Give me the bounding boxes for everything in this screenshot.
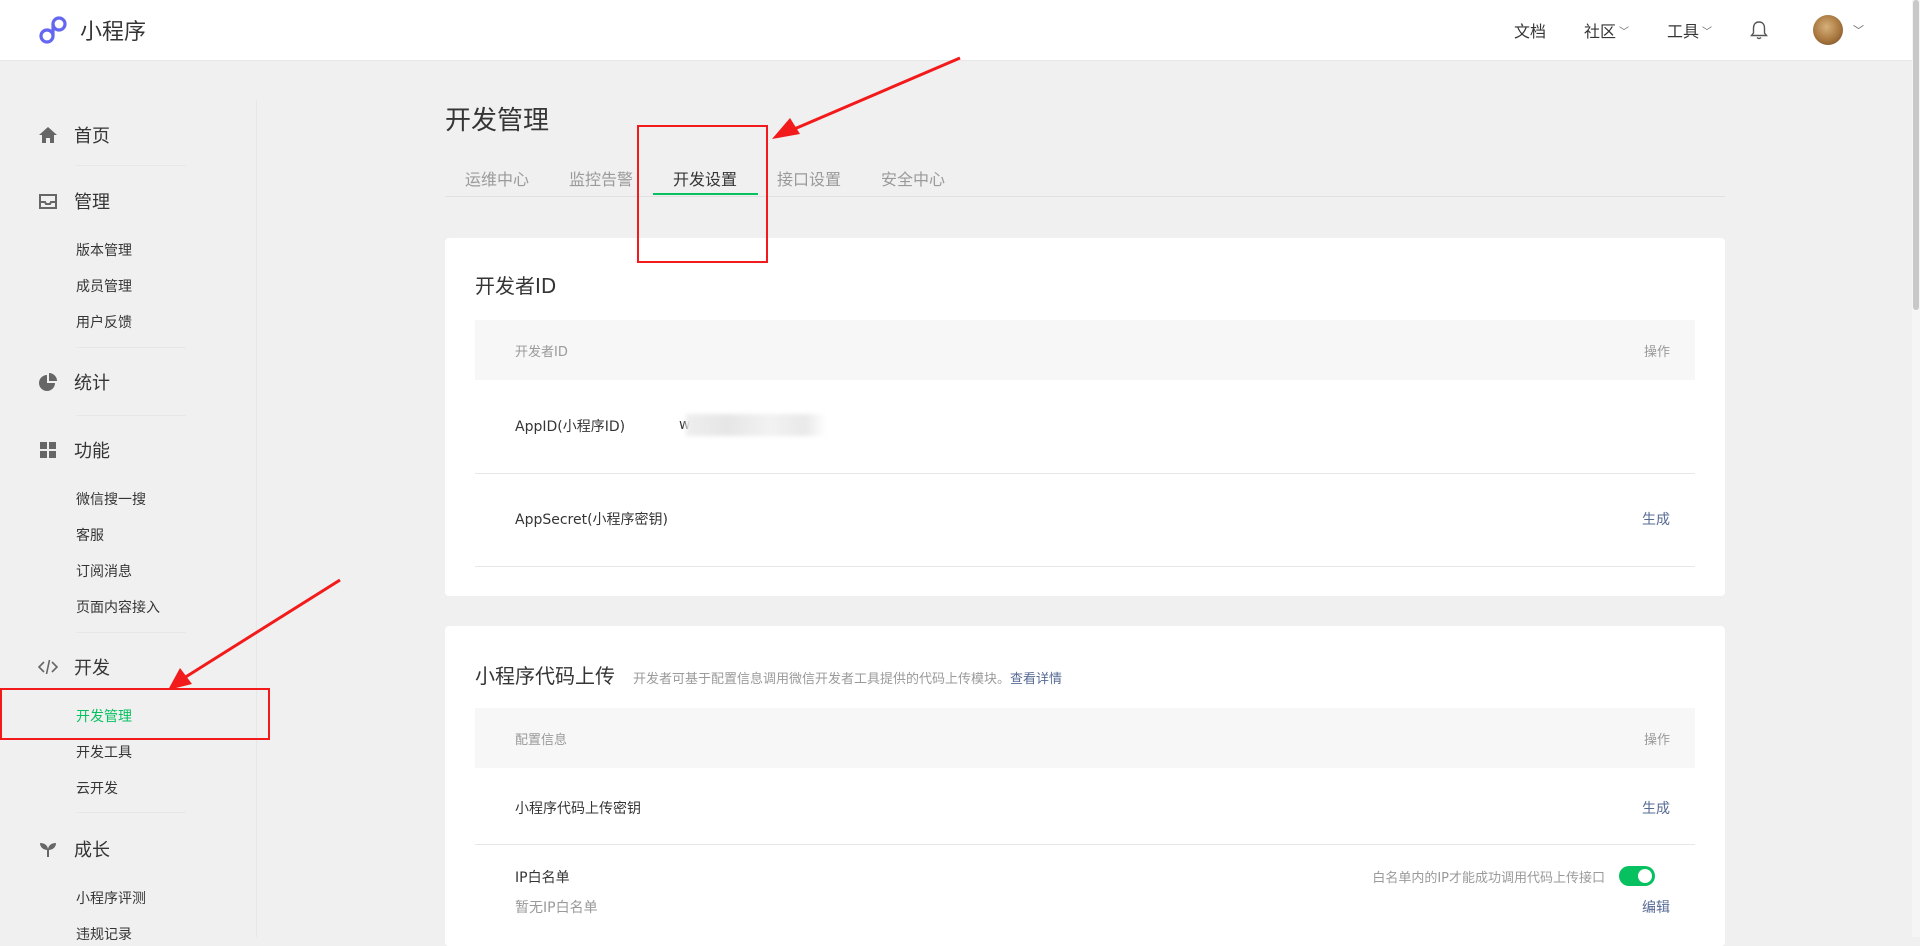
sidebar-item-label: 首页	[74, 126, 110, 147]
scrollbar-thumb[interactable]	[1913, 0, 1919, 310]
sidebar-item-features[interactable]: 功能	[38, 437, 110, 463]
app-logo[interactable]: 小程序	[38, 14, 146, 46]
sidebar-item-dev[interactable]: 开发	[38, 654, 110, 680]
table-row: IP白名单 白名单内的IP才能成功调用代码上传接口 暂无IP白名单 编辑	[475, 845, 1695, 938]
redacted-blur	[686, 414, 827, 436]
card-title: 小程序代码上传 开发者可基于配置信息调用微信开发者工具提供的代码上传模块。查看详情	[475, 660, 1062, 689]
sidebar-item-page-content[interactable]: 页面内容接入	[76, 597, 160, 617]
edit-ip-whitelist-button[interactable]: 编辑	[1642, 897, 1670, 917]
ip-whitelist-hint: 白名单内的IP才能成功调用代码上传接口	[1372, 871, 1605, 886]
miniprogram-logo-icon	[39, 16, 67, 44]
sidebar-item-subscription[interactable]: 订阅消息	[76, 561, 132, 581]
home-icon	[39, 127, 57, 143]
ip-whitelist-toggle[interactable]	[1619, 866, 1655, 886]
sidebar-item-violations[interactable]: 违规记录	[76, 924, 132, 944]
nav-tools-label: 工具	[1666, 22, 1699, 41]
sidebar-item-search[interactable]: 微信搜一搜	[76, 489, 146, 509]
card-description-text: 开发者可基于配置信息调用微信开发者工具提供的代码上传模块。	[633, 672, 1011, 687]
bell-icon[interactable]	[1750, 20, 1768, 40]
annotation-arrow-head	[772, 118, 800, 139]
column-header: 操作	[1643, 345, 1670, 360]
card-description: 开发者可基于配置信息调用微信开发者工具提供的代码上传模块。查看详情	[633, 672, 1062, 687]
tab-monitoring[interactable]: 监控告警	[569, 166, 633, 190]
chevron-down-icon: ﹀	[1618, 26, 1629, 38]
tab-ops-center[interactable]: 运维中心	[465, 166, 529, 190]
column-header: 开发者ID	[515, 345, 568, 360]
table-row: 小程序代码上传密钥 生成	[475, 768, 1695, 845]
sidebar-item-label: 成长	[74, 840, 110, 861]
appid-label: AppID(小程序ID)	[515, 419, 626, 435]
sidebar-item-label: 统计	[74, 373, 110, 394]
divider	[76, 812, 186, 813]
table-header: 开发者ID 操作	[475, 320, 1695, 380]
sidebar-item-label: 开发	[74, 658, 110, 679]
sidebar-item-feedback[interactable]: 用户反馈	[76, 312, 132, 332]
sidebar-item-version[interactable]: 版本管理	[76, 240, 132, 260]
top-nav: 文档 社区 ﹀ 工具 ﹀ ﹀	[1514, 0, 1912, 60]
table-header: 配置信息 操作	[475, 708, 1695, 768]
code-icon	[38, 659, 58, 675]
appid-value[interactable]: w	[679, 414, 827, 436]
annotation-arrow-line	[791, 56, 961, 132]
divider	[76, 632, 186, 633]
sidebar-item-customer-service[interactable]: 客服	[76, 525, 104, 545]
grid-icon	[40, 442, 56, 458]
column-header: 操作	[1643, 733, 1670, 748]
nav-community-label: 社区	[1583, 22, 1616, 41]
sidebar-item-growth[interactable]: 成长	[38, 836, 110, 862]
column-header: 配置信息	[515, 733, 568, 748]
sidebar-item-label: 功能	[74, 441, 110, 462]
top-bar: 小程序 文档 社区 ﹀ 工具 ﹀ ﹀	[0, 0, 1912, 61]
divider	[76, 347, 186, 348]
scrollbar[interactable]	[1912, 0, 1920, 937]
annotation-box-tab	[637, 125, 768, 263]
avatar	[1813, 15, 1843, 45]
user-menu[interactable]: ﹀	[1813, 15, 1864, 45]
code-upload-card: 小程序代码上传 开发者可基于配置信息调用微信开发者工具提供的代码上传模块。查看详情…	[445, 626, 1725, 946]
generate-upload-key-button[interactable]: 生成	[1642, 798, 1670, 818]
sidebar-item-label: 管理	[74, 192, 110, 213]
view-details-link[interactable]: 查看详情	[1010, 672, 1062, 687]
generate-secret-button[interactable]: 生成	[1642, 509, 1670, 529]
chevron-down-icon: ﹀	[1702, 26, 1712, 38]
divider	[76, 165, 186, 166]
tab-api-settings[interactable]: 接口设置	[777, 166, 841, 190]
sidebar-item-home[interactable]: 首页	[38, 122, 110, 148]
sidebar-item-cloud-dev[interactable]: 云开发	[76, 778, 118, 798]
sprout-icon	[40, 843, 56, 857]
upload-key-label: 小程序代码上传密钥	[515, 801, 641, 817]
page-title: 开发管理	[445, 106, 550, 136]
nav-docs-label: 文档	[1513, 22, 1546, 41]
table-row: AppSecret(小程序密钥) 生成	[475, 473, 1695, 567]
sidebar-item-evaluation[interactable]: 小程序评测	[76, 888, 146, 908]
inbox-icon	[39, 194, 57, 209]
sidebar: 首页 管理 版本管理 成员管理 用户反馈 统计 功能 微信搜一搜 客服 订阅消息…	[0, 100, 257, 943]
pie-chart-icon	[39, 373, 57, 391]
sidebar-item-stats[interactable]: 统计	[38, 369, 110, 395]
appsecret-label: AppSecret(小程序密钥)	[515, 512, 669, 528]
table-row: AppID(小程序ID) w	[475, 380, 1695, 474]
tab-security-center[interactable]: 安全中心	[881, 166, 945, 190]
sidebar-item-dev-tools[interactable]: 开发工具	[76, 742, 132, 762]
annotation-box-sidebar	[0, 688, 270, 740]
nav-tools[interactable]: 工具 ﹀	[1667, 18, 1712, 42]
card-title-text: 小程序代码上传	[475, 664, 615, 688]
ip-whitelist-empty: 暂无IP白名单	[515, 900, 598, 916]
app-name: 小程序	[80, 20, 147, 45]
ip-whitelist-label: IP白名单	[515, 870, 570, 886]
chevron-down-icon: ﹀	[1853, 24, 1864, 37]
card-title: 开发者ID	[475, 274, 557, 298]
divider	[76, 415, 186, 416]
nav-community[interactable]: 社区 ﹀	[1584, 18, 1629, 42]
developer-id-card: 开发者ID 开发者ID 操作 AppID(小程序ID) w AppSecret(…	[445, 238, 1725, 596]
nav-docs[interactable]: 文档	[1514, 18, 1546, 42]
sidebar-item-members[interactable]: 成员管理	[76, 276, 132, 296]
sidebar-item-manage[interactable]: 管理	[38, 188, 110, 214]
